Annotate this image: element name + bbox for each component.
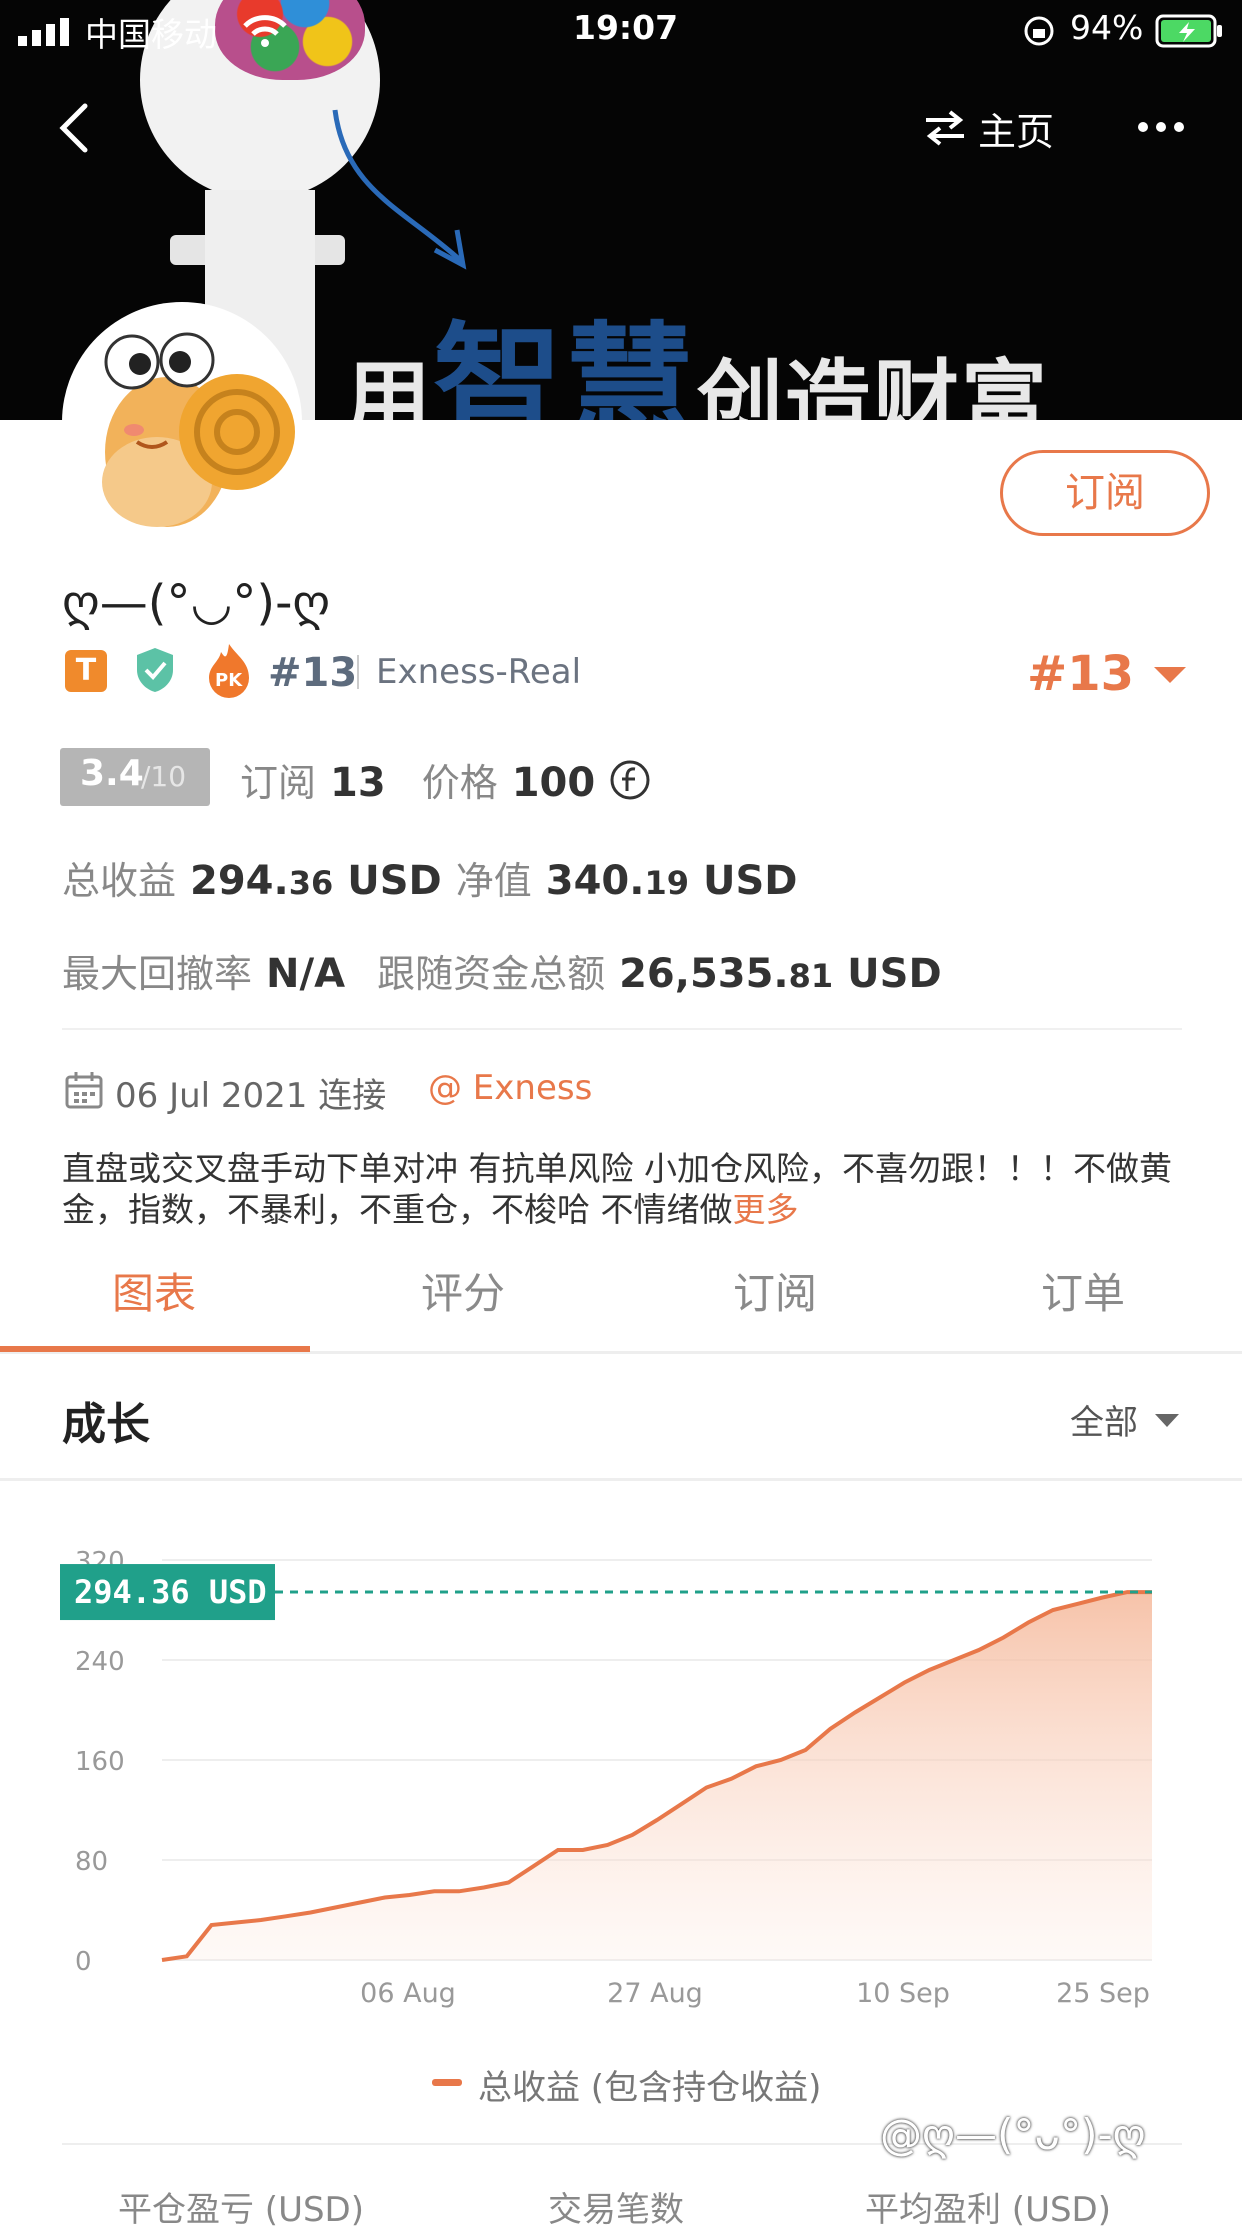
connected-date: 06 Jul 2021 连接: [115, 1076, 387, 1116]
total-profit-value: 294.36: [190, 858, 334, 904]
x-tick-label: 27 Aug: [607, 1978, 703, 2009]
price-label: 价格: [421, 761, 498, 805]
wifi-icon: [243, 15, 287, 47]
battery-percent: 94%: [1070, 8, 1144, 47]
battery-icon: [1155, 14, 1222, 48]
legend-swatch: [432, 2079, 462, 2086]
y-tick-label: 160: [75, 1747, 125, 1777]
section-title: 成长: [62, 1399, 150, 1450]
calendar-icon: [65, 1072, 103, 1109]
follow-funds-value: 26,535.81: [619, 951, 834, 997]
carrier-name: 中国移动: [85, 15, 217, 54]
current-value-label: 294.36 USD: [74, 1573, 267, 1611]
rank-dropdown-label: #13: [1027, 646, 1135, 702]
tab-rating[interactable]: 评分: [421, 1260, 505, 1321]
divider: [62, 1028, 1182, 1030]
tab-subscribe[interactable]: 订阅: [733, 1260, 817, 1321]
rank-label: #13: [268, 650, 358, 696]
snail-avatar-image: [102, 332, 295, 527]
bio-more-link[interactable]: 更多: [733, 1190, 799, 1229]
y-tick-label: 240: [75, 1647, 125, 1677]
follow-funds-label: 跟随资金总额: [377, 952, 606, 996]
equity-label: 净值: [455, 859, 532, 903]
x-tick-label: 25 Sep: [1056, 1978, 1150, 2009]
more-icon[interactable]: [1135, 112, 1187, 142]
follow-funds-unit: USD: [847, 951, 942, 997]
active-tab-indicator: [0, 1346, 310, 1352]
avg-profit-header: 平均盈利 (USD): [865, 2190, 1111, 2230]
tab-chart[interactable]: 图表: [112, 1260, 196, 1321]
x-tick-label: 06 Aug: [360, 1978, 456, 2009]
max-drawdown-value: N/A: [266, 951, 346, 997]
home-label: 主页: [978, 109, 1055, 154]
avatar: [62, 302, 302, 542]
x-tick-label: 10 Sep: [856, 1978, 950, 2009]
pk-fire-icon: PK: [209, 644, 249, 698]
switch-icon: [926, 110, 964, 146]
range-filter-label: 全部: [1070, 1403, 1138, 1443]
broker-account: Exness-Real: [376, 652, 582, 692]
banner-slogan: 用智慧创造财富: [345, 309, 1050, 420]
rotation-lock-icon: [1024, 16, 1054, 46]
profile-bio: 直盘或交叉盘手动下单对冲 有抗单风险 小加仓风险，不喜勿跟！！！不做黄金，指数，…: [62, 1149, 1172, 1229]
growth-chart: 08016024032006 Aug 27 Aug 10 Sep 25 Sep 294…: [60, 1547, 1152, 2009]
broker-link[interactable]: @ Exness: [428, 1068, 592, 1108]
total-profit-unit: USD: [347, 858, 442, 904]
subscribe-count-label: 订阅: [240, 761, 317, 805]
y-tick-label: 0: [75, 1947, 92, 1977]
caret-down-icon: [1154, 667, 1187, 683]
rank-dropdown[interactable]: #13: [1027, 646, 1190, 702]
rating-value: 3.4: [80, 753, 144, 794]
watermark: @ღ—(°ᴗ°)-ღ: [880, 2110, 1146, 2159]
banner-arrow: [332, 109, 467, 270]
y-tick-label: 80: [75, 1847, 108, 1877]
growth-area: [162, 1592, 1152, 1960]
status-time: 19:07: [573, 8, 679, 47]
legend-label: 总收益 (包含持仓收益): [478, 2068, 822, 2108]
caret-down-icon: [1155, 1413, 1179, 1427]
max-drawdown-label: 最大回撤率: [62, 952, 253, 996]
section-divider: [0, 1478, 1242, 1481]
rank-separator: [357, 655, 359, 689]
total-profit-label: 总收益: [62, 859, 177, 903]
tab-orders[interactable]: 订单: [1041, 1260, 1125, 1321]
trade-count-header: 交易笔数: [548, 2190, 684, 2230]
rating-max: /10: [141, 760, 187, 793]
equity-value: 340.19: [545, 858, 689, 904]
closed-pnl-header: 平仓盈亏 (USD): [118, 2190, 364, 2230]
subscribe-count: 13: [330, 760, 386, 806]
svg-text:PK: PK: [215, 670, 243, 691]
verified-shield-icon: [137, 648, 173, 692]
home-switch-button[interactable]: 主页: [922, 100, 1054, 156]
equity-unit: USD: [703, 858, 798, 904]
back-icon[interactable]: [55, 100, 95, 156]
profile-name: ღ—(°◡°)-ღ: [62, 575, 331, 631]
range-filter-dropdown[interactable]: 全部: [1070, 1395, 1182, 1444]
coin-icon: [610, 760, 650, 799]
price-value: 100: [511, 760, 596, 806]
signal-icon: [18, 18, 69, 46]
trader-t-badge: T: [65, 650, 107, 692]
subscribe-button[interactable]: 订阅: [1000, 450, 1210, 536]
